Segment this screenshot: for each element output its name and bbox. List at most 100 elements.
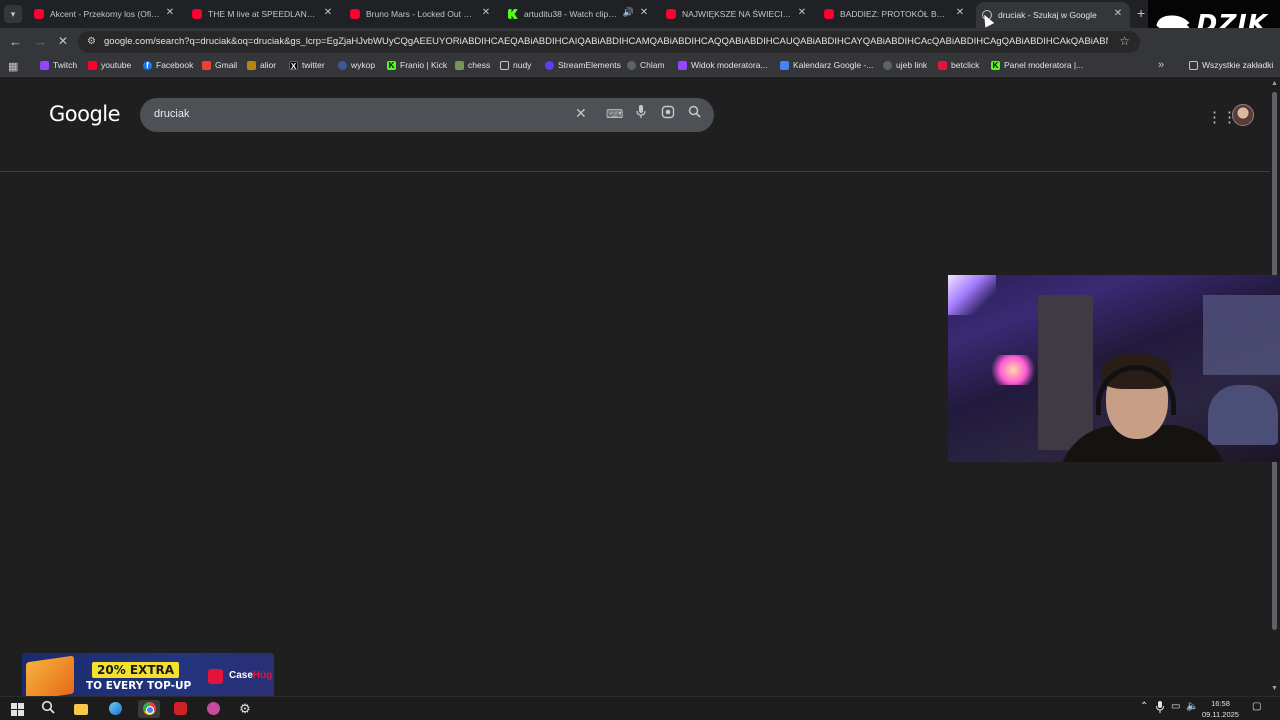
bookmark-label: Panel moderatora |... (1004, 60, 1084, 70)
tab-title: druciak - Szukaj w Google (998, 10, 1097, 20)
address-bar[interactable]: ⚙ google.com/search?q=druciak&oq=druciak… (78, 31, 1140, 53)
chat-app-icon[interactable] (204, 700, 222, 718)
edge-browser-icon[interactable] (106, 700, 124, 718)
wykop-icon (338, 60, 347, 70)
bookmark-betclick[interactable]: betclick (938, 60, 979, 70)
chrome-icon[interactable] (138, 700, 160, 718)
network-icon[interactable]: ▭ (1171, 701, 1180, 712)
close-tab-icon[interactable]: ✕ (638, 7, 650, 18)
stop-loading-icon[interactable]: ✕ (58, 34, 68, 48)
bookmark-kalendarz[interactable]: Kalendarz Google -... (780, 60, 873, 70)
browser-toolbar: ← → ✕ ⚙ google.com/search?q=druciak&oq=d… (0, 28, 1280, 56)
clear-search-icon[interactable]: ✕ (575, 105, 587, 122)
forward-arrow-icon[interactable]: → (34, 34, 47, 49)
bookmark-chlam[interactable]: Chlam (627, 60, 665, 70)
close-tab-icon[interactable]: ✕ (1112, 8, 1124, 19)
site-info-icon[interactable]: ⚙ (87, 36, 96, 47)
more-bookmarks-icon[interactable]: » (1158, 59, 1164, 71)
bookmark-label: wykop (351, 60, 376, 70)
bookmark-alior[interactable]: alior (247, 60, 276, 70)
all-bookmarks-folder[interactable]: Wszystkie zakładki (1189, 60, 1273, 70)
system-clock[interactable]: 16:58 09.11.2025 (1202, 698, 1239, 720)
webcam-ceiling-light (948, 275, 996, 315)
close-tab-icon[interactable]: ✕ (164, 7, 176, 18)
avatar[interactable] (1232, 104, 1254, 126)
close-tab-icon[interactable]: ✕ (796, 7, 808, 18)
chess-icon (455, 60, 464, 70)
close-tab-icon[interactable]: ✕ (322, 7, 334, 18)
search-query-text[interactable]: druciak (154, 108, 189, 120)
bookmark-folder-nudy[interactable]: nudy (500, 60, 531, 70)
bookmark-label: betclick (951, 60, 980, 70)
x-icon: X (289, 60, 298, 71)
bookmark-gmail[interactable]: Gmail (202, 60, 237, 70)
close-tab-icon[interactable]: ✕ (954, 7, 966, 18)
search-input[interactable]: druciak ✕ ⌨ (140, 98, 714, 132)
header-divider (0, 171, 1270, 172)
bookmark-star-icon[interactable]: ☆ (1119, 34, 1130, 48)
youtube-icon (34, 9, 44, 19)
bookmark-label: Widok moderatora... (691, 60, 768, 70)
bookmark-label: Facebook (156, 60, 194, 70)
bookmark-label: Chlam (640, 60, 665, 70)
tab-artuditu[interactable]: artuditu38 - Watch clips on 🔊 ✕ (508, 3, 650, 25)
bookmark-chess[interactable]: chess (455, 60, 490, 70)
microphone-tray-icon[interactable] (1156, 701, 1164, 716)
keyboard-icon[interactable]: ⌨ (606, 107, 623, 121)
file-explorer-icon[interactable] (72, 700, 90, 718)
youtube-icon (666, 9, 676, 19)
tab-baddiez[interactable]: BADDIEZ: PROTOKÓŁ BERLIN - ✕ (824, 3, 966, 25)
tab-speedland[interactable]: THE M live at SPEEDLAND FESTI ✕ (192, 3, 334, 25)
bookmark-label: youtube (101, 60, 132, 70)
webcam-overlay (948, 275, 1280, 462)
tab-druciak-active[interactable]: druciak - Szukaj w Google ✕ (976, 2, 1130, 28)
tray-overflow-chevron-icon[interactable]: ⌃ (1140, 701, 1148, 712)
treasure-chest-icon (26, 655, 74, 699)
bookmark-twitch[interactable]: Twitch (40, 60, 77, 70)
tab-akcent[interactable]: Akcent - Przekorny los (Oficjalny ✕ (34, 3, 176, 25)
bookmark-ujeb-link[interactable]: ujeb link (883, 60, 927, 70)
folder-icon (1189, 60, 1198, 70)
microphone-icon[interactable] (636, 105, 646, 122)
betclick-icon (938, 60, 947, 70)
bookmark-twitter[interactable]: Xtwitter (289, 60, 325, 71)
google-logo[interactable]: Google (49, 102, 121, 126)
search-icon[interactable] (688, 105, 701, 121)
lens-camera-icon[interactable] (661, 105, 675, 122)
bookmark-youtube[interactable]: youtube (88, 60, 131, 70)
windows-start-icon[interactable] (11, 703, 24, 716)
settings-gear-icon[interactable]: ⚙ (236, 700, 254, 718)
bookmark-label: nudy (513, 60, 532, 70)
bookmark-facebook[interactable]: f Facebook (143, 60, 193, 70)
new-tab-button[interactable]: + (1137, 5, 1145, 21)
webcam-door (1038, 295, 1093, 450)
bookmark-wykop[interactable]: wykop (338, 60, 375, 70)
bookmark-widok-moderatora[interactable]: Widok moderatora... (678, 60, 768, 70)
bookmark-franio-kick[interactable]: K Franio | Kick (387, 60, 447, 70)
back-arrow-icon[interactable]: ← (9, 34, 22, 49)
apps-grid-icon[interactable]: ▦ (8, 60, 18, 73)
tab-search-button[interactable]: ▾ (4, 5, 22, 23)
folder-icon (500, 60, 509, 70)
tab-najwieksze[interactable]: NAJWIĘKSZE NA ŚWIECIE ZAWO ✕ (666, 3, 808, 25)
scroll-up-arrow-icon[interactable]: ▲ (1271, 80, 1278, 87)
notifications-icon[interactable]: ▢ (1252, 701, 1261, 712)
bookmark-streamelements[interactable]: StreamElements (545, 60, 621, 70)
bookmark-panel-moderatora[interactable]: K Panel moderatora |... (991, 60, 1083, 70)
volume-icon[interactable]: 🔈 (1186, 701, 1198, 712)
speaker-icon[interactable]: 🔊 (623, 7, 634, 18)
tab-bruno-mars[interactable]: Bruno Mars - Locked Out Of He ✕ (350, 3, 492, 25)
casehug-promo-banner[interactable]: 20% EXTRA TO EVERY TOP-UP CaseHug (22, 653, 274, 699)
bookmark-label: StreamElements (558, 60, 621, 70)
red-app-icon[interactable] (171, 700, 189, 718)
bookmark-label: Wszystkie zakładki (1202, 60, 1274, 70)
search-icon[interactable] (39, 700, 57, 718)
promo-subline: TO EVERY TOP-UP (86, 680, 192, 692)
tab-title: Bruno Mars - Locked Out Of He (366, 9, 476, 19)
kick-icon (508, 9, 518, 19)
close-tab-icon[interactable]: ✕ (480, 7, 492, 18)
url-text[interactable]: google.com/search?q=druciak&oq=druciak&g… (104, 36, 1108, 47)
scroll-down-arrow-icon[interactable]: ▼ (1271, 685, 1278, 692)
tab-title: Akcent - Przekorny los (Oficjalny (50, 9, 160, 19)
webcam-window (1203, 295, 1280, 375)
